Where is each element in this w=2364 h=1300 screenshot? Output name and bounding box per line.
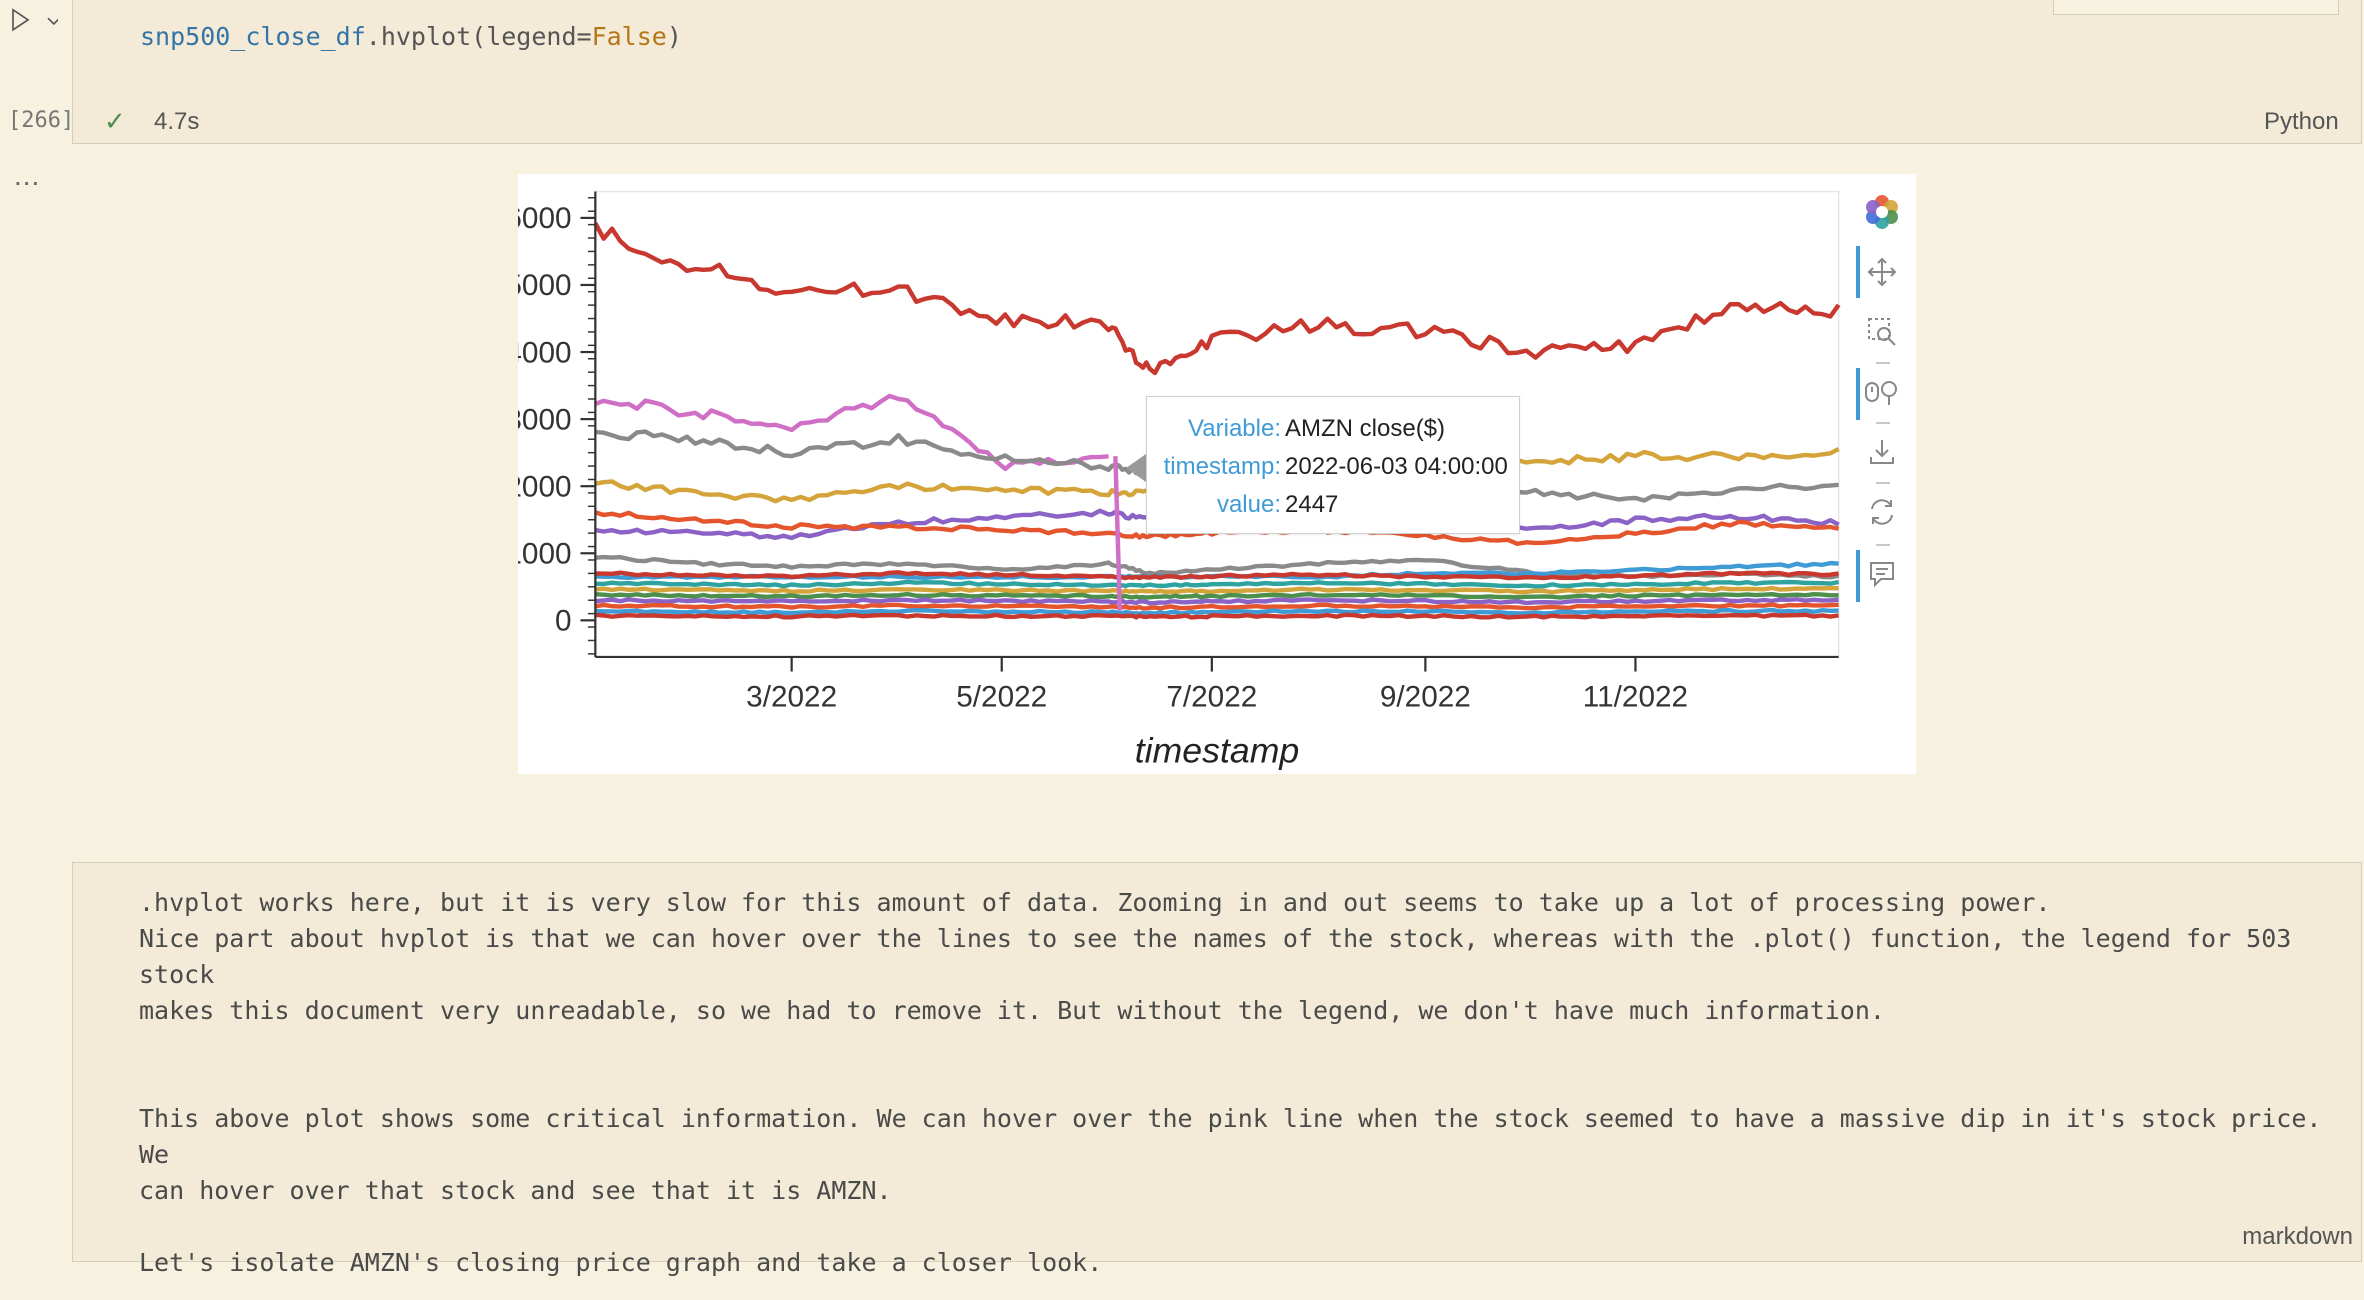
hover-active-indicator — [1856, 550, 1860, 602]
bokeh-logo-icon[interactable] — [1862, 192, 1902, 232]
markdown-text: .hvplot works here, but it is very slow … — [139, 888, 2322, 1277]
output-ellipsis[interactable]: ... — [14, 160, 40, 192]
series-line-12 — [595, 597, 1839, 606]
toolbar-separator — [1876, 362, 1890, 364]
tooltip-timestamp-key: timestamp: — [1163, 453, 1281, 480]
x-tick-label: 5/2022 — [956, 681, 1047, 714]
code-arg-value: False — [591, 22, 667, 51]
tooltip-pointer — [1126, 454, 1146, 482]
reset-icon[interactable] — [1862, 492, 1902, 532]
code-object: snp500_close_df — [140, 22, 366, 51]
chevron-down-icon — [47, 17, 58, 26]
tooltip-variable-key: Variable: — [1188, 415, 1281, 442]
hover-icon[interactable] — [1862, 554, 1902, 594]
y-tick-label: 6000 — [518, 202, 572, 235]
language-label[interactable]: Python — [2264, 108, 2339, 136]
toolbar-separator — [1876, 544, 1890, 546]
toolbar-separator — [1876, 422, 1890, 424]
y-tick-label: 5000 — [518, 269, 572, 302]
plot-toolbar — [1856, 190, 1916, 610]
check-icon: ✓ — [104, 106, 126, 136]
cell-type-label[interactable]: markdown — [2242, 1223, 2353, 1251]
tooltip-value-key: value: — [1216, 491, 1281, 518]
wheel-zoom-active-indicator — [1856, 368, 1860, 420]
y-tick-label: 3000 — [518, 404, 572, 437]
code-method: .hvplot — [365, 22, 472, 51]
series-line-13 — [594, 602, 1839, 611]
play-icon — [12, 8, 30, 32]
save-icon[interactable] — [1862, 432, 1902, 472]
x-axis-label: timestamp — [1135, 731, 1300, 771]
execution-time: 4.7s — [154, 108, 200, 135]
code-args-close: ) — [666, 22, 682, 51]
x-tick-label: 11/2022 — [1583, 681, 1688, 714]
code-args-open: (legend= — [471, 22, 592, 51]
execution-count: [266] — [8, 108, 75, 133]
y-tick-label: 2000 — [518, 471, 572, 504]
x-tick-label: 9/2022 — [1380, 681, 1471, 714]
tooltip-variable-value: AMZN close($) — [1285, 415, 1446, 442]
pan-icon[interactable] — [1862, 252, 1902, 292]
hover-tooltip: Variable: AMZN close($) timestamp: 2022-… — [1146, 396, 1520, 534]
y-tick-label: 4000 — [518, 337, 572, 370]
x-tick-label: 7/2022 — [1166, 681, 1257, 714]
series-line-11 — [595, 591, 1839, 600]
tooltip-timestamp-value: 2022-06-03 04:00:00 — [1285, 453, 1508, 480]
series-line-15 — [595, 612, 1839, 620]
wheel-zoom-icon[interactable] — [1862, 372, 1902, 412]
y-tick-label: 0 — [555, 605, 572, 638]
box-zoom-icon[interactable] — [1862, 312, 1902, 352]
x-tick-label: 3/2022 — [746, 681, 837, 714]
toolbar-separator — [1876, 482, 1890, 484]
y-tick-label: 1000 — [518, 538, 572, 571]
run-cell-button[interactable] — [8, 4, 58, 34]
pan-active-indicator — [1856, 246, 1860, 298]
code-line[interactable]: snp500_close_df.hvplot(legend=False) — [140, 22, 682, 51]
tooltip-value-value: 2447 — [1285, 491, 1339, 518]
markdown-cell[interactable]: .hvplot works here, but it is very slow … — [72, 862, 2362, 1277]
cell-toolbar-placeholder — [2053, 0, 2339, 15]
series-line-14 — [595, 607, 1839, 616]
